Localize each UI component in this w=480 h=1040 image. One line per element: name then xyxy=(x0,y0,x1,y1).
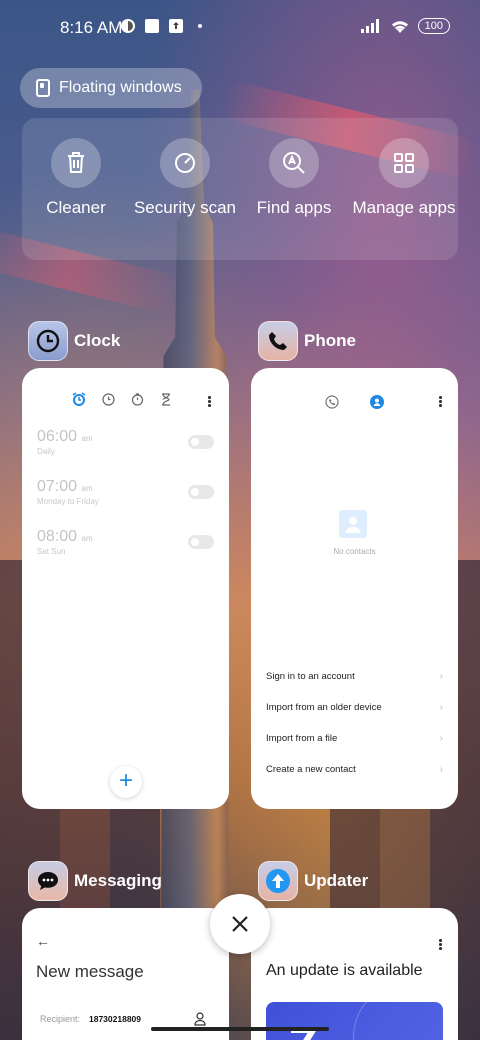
stopwatch-tab-icon[interactable] xyxy=(131,392,144,406)
clock-more-options-icon[interactable] xyxy=(208,396,211,408)
recipient-label: Recipient: xyxy=(40,1014,81,1024)
import-file-item[interactable]: Import from a file › xyxy=(266,733,443,744)
home-indicator[interactable] xyxy=(151,1027,329,1031)
add-alarm-button[interactable]: + xyxy=(110,766,142,798)
alarm-item[interactable]: 07:00 am Monday to Friday xyxy=(37,478,99,506)
battery-indicator: 100 xyxy=(417,18,450,34)
status-bar: 8:16 AM 100 xyxy=(0,0,480,56)
cleaner-button[interactable]: Cleaner xyxy=(21,138,131,218)
alarm-time: 07:00 xyxy=(37,478,78,495)
import-older-device-item[interactable]: Import from an older device › xyxy=(266,702,443,713)
status-time: 8:16 AM xyxy=(60,18,123,37)
action-label: Import from a file xyxy=(266,733,338,744)
phone-app-card[interactable]: No contacts Sign in to an account › Impor… xyxy=(251,368,458,809)
alarm-ampm: am xyxy=(81,484,93,493)
contacts-tab-icon[interactable] xyxy=(370,395,384,409)
clock-app-icon xyxy=(28,321,68,361)
alarm-ampm: am xyxy=(81,434,93,443)
alarm-time: 08:00 xyxy=(37,528,78,545)
clock-app-name: Clock xyxy=(74,331,121,350)
action-label: Create a new contact xyxy=(266,764,356,775)
banner-decoration xyxy=(353,982,458,1040)
recipient-field[interactable]: 18730218809 xyxy=(89,1014,141,1024)
clock-app-card[interactable]: 06:00 am Daily 07:00 am Monday to Friday… xyxy=(22,368,229,809)
timer-tab-icon[interactable] xyxy=(160,392,172,406)
updater-app-icon xyxy=(258,861,298,901)
alarm-item[interactable]: 08:00 am Sat Sun xyxy=(37,528,93,556)
manage-apps-button[interactable]: Manage apps xyxy=(349,138,459,218)
messaging-app-header[interactable]: Messaging xyxy=(28,861,162,901)
contact-picker-icon[interactable] xyxy=(194,1012,206,1026)
wifi-icon xyxy=(391,21,408,33)
alarm-toggle[interactable] xyxy=(188,485,214,499)
alarm-toggle[interactable] xyxy=(188,535,214,549)
signal-icon xyxy=(360,19,379,33)
close-icon xyxy=(232,916,248,932)
alarm-repeat: Sat Sun xyxy=(37,547,66,556)
messaging-app-name: Messaging xyxy=(74,871,162,890)
tool-label: Find apps xyxy=(256,198,332,217)
world-clock-tab-icon[interactable] xyxy=(102,392,115,406)
search-apps-icon xyxy=(269,138,319,188)
new-message-title: New message xyxy=(36,962,144,981)
alarm-repeat: Monday to Friday xyxy=(37,497,99,506)
clock-app-header[interactable]: Clock xyxy=(28,321,120,361)
action-label: Import from an older device xyxy=(266,702,382,713)
find-apps-button[interactable]: Find apps xyxy=(239,138,349,218)
messaging-app-icon xyxy=(28,861,68,901)
alarm-repeat: Daily xyxy=(37,447,55,456)
miui-logo-icon xyxy=(291,1027,319,1040)
updater-app-card[interactable]: An update is available xyxy=(251,908,458,1040)
floating-window-icon xyxy=(36,79,50,97)
notification-more-dot xyxy=(198,24,202,28)
updater-more-options-icon[interactable] xyxy=(439,939,442,951)
updater-app-header[interactable]: Updater xyxy=(258,861,368,901)
create-contact-item[interactable]: Create a new contact › xyxy=(266,764,443,775)
messaging-app-card[interactable]: ← New message Recipient: 18730218809 xyxy=(22,908,229,1040)
floating-windows-button[interactable]: Floating windows xyxy=(20,68,202,108)
notification-square-icon xyxy=(145,19,159,33)
no-contacts-text: No contacts xyxy=(333,547,376,556)
chevron-right-icon: › xyxy=(439,702,443,713)
phone-app-icon xyxy=(258,321,298,361)
trash-icon xyxy=(51,138,101,188)
phone-app-header[interactable]: Phone xyxy=(258,321,356,361)
notification-icons xyxy=(120,18,202,34)
alarm-item[interactable]: 06:00 am Daily xyxy=(37,428,93,456)
floating-windows-label: Floating windows xyxy=(59,79,182,96)
alarm-toggle[interactable] xyxy=(188,435,214,449)
alarm-ampm: am xyxy=(81,534,93,543)
alarm-time: 06:00 xyxy=(37,428,78,445)
notification-upload-icon xyxy=(169,19,183,33)
quick-tools-panel: Cleaner Security scan Find apps Manage a… xyxy=(22,118,458,260)
action-label: Sign in to an account xyxy=(266,671,355,682)
grid-icon xyxy=(379,138,429,188)
tool-label: Cleaner xyxy=(46,198,106,217)
system-status-icons: 100 xyxy=(360,18,450,34)
contact-placeholder-icon xyxy=(339,510,367,538)
phone-more-options-icon[interactable] xyxy=(439,396,442,408)
clock-tabs xyxy=(72,392,172,406)
phone-app-name: Phone xyxy=(304,331,356,350)
alarm-tab-icon[interactable] xyxy=(72,392,86,406)
sign-in-account-item[interactable]: Sign in to an account › xyxy=(266,671,443,682)
close-all-button[interactable] xyxy=(210,894,270,954)
tool-label: Security scan xyxy=(133,198,237,217)
tool-label: Manage apps xyxy=(352,198,456,217)
notification-app-icon xyxy=(121,19,135,33)
update-available-title: An update is available xyxy=(266,962,423,979)
chevron-right-icon: › xyxy=(439,671,443,682)
chevron-right-icon: › xyxy=(439,733,443,744)
back-arrow-icon[interactable]: ← xyxy=(36,933,50,949)
updater-app-name: Updater xyxy=(304,871,369,890)
security-scan-button[interactable]: Security scan xyxy=(130,138,240,218)
chevron-right-icon: › xyxy=(439,764,443,775)
update-banner xyxy=(266,982,458,1040)
call-log-tab-icon[interactable] xyxy=(325,395,339,409)
security-gauge-icon xyxy=(160,138,210,188)
